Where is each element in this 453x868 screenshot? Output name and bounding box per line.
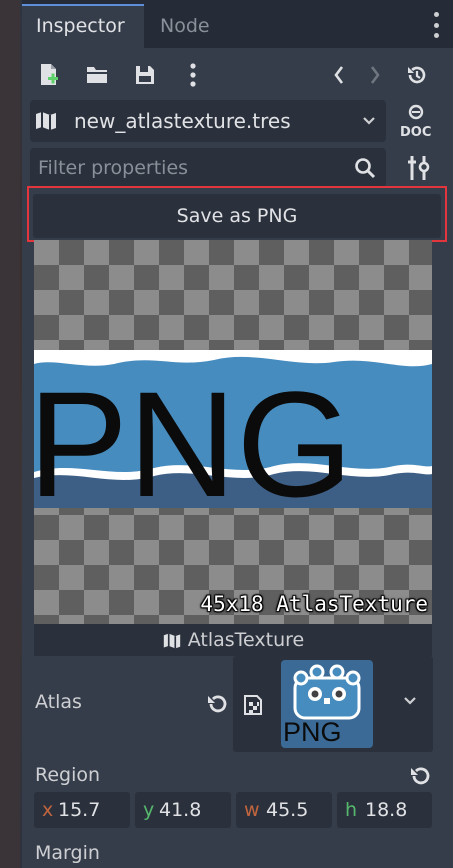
axis-label-y: y — [143, 799, 155, 821]
region-label: Region — [35, 764, 101, 786]
region-h-value: 18.8 — [365, 799, 408, 821]
axis-label-w: w — [244, 799, 260, 821]
svg-text:PNG: PNG — [34, 360, 353, 508]
resource-selector[interactable]: new_atlastexture.tres — [30, 100, 386, 142]
svg-text:DOC: DOC — [400, 125, 431, 140]
region-fields: x 15.7 y 41.8 w 45.5 h 18.8 — [34, 792, 432, 828]
region-w-field[interactable]: w 45.5 — [236, 792, 332, 828]
axis-label-h: h — [345, 799, 358, 821]
atlas-label: Atlas — [35, 691, 82, 713]
resource-type-label: AtlasTexture — [187, 629, 305, 651]
image-texture-icon — [244, 695, 262, 715]
doc-icon[interactable]: DOC — [396, 104, 436, 140]
history-back-icon[interactable] — [324, 58, 354, 92]
atlas-thumbnail-text: PNG — [283, 717, 342, 747]
inspector-toolbar — [22, 58, 453, 94]
save-icon[interactable] — [130, 58, 160, 92]
region-x-value: 15.7 — [58, 799, 101, 821]
chevron-down-icon — [363, 117, 375, 125]
new-resource-icon[interactable] — [34, 58, 64, 92]
history-forward-icon[interactable] — [360, 58, 390, 92]
resource-name: new_atlastexture.tres — [74, 109, 291, 133]
region-w-value: 45.5 — [266, 799, 309, 821]
inspector-panel: Inspector Node new_atlastexture.tres DOC… — [22, 0, 453, 868]
background-viewport-strip — [0, 0, 22, 868]
chevron-down-icon[interactable] — [403, 696, 417, 706]
atlas-resource-picker[interactable]: PNG — [233, 656, 433, 752]
texture-preview: PNG 45x18 AtlasTexture — [34, 240, 432, 624]
save-as-png-button[interactable]: Save as PNG — [33, 194, 441, 238]
dock-menu-icon[interactable] — [431, 12, 441, 38]
revert-icon[interactable] — [408, 764, 434, 790]
filter-input[interactable] — [30, 148, 350, 188]
region-y-field[interactable]: y 41.8 — [135, 792, 231, 828]
atlas-texture-icon — [163, 633, 180, 648]
godot-logo-icon — [293, 664, 361, 720]
region-h-field[interactable]: h 18.8 — [337, 792, 432, 828]
open-folder-icon[interactable] — [82, 58, 112, 92]
axis-label-x: x — [42, 799, 54, 821]
texture-size-label: 45x18 AtlasTexture — [200, 592, 428, 616]
texture-image: PNG — [34, 350, 432, 508]
tab-node[interactable]: Node — [146, 4, 228, 48]
filter-properties-field — [30, 148, 386, 188]
region-x-field[interactable]: x 15.7 — [34, 792, 130, 828]
dock-tab-bar: Inspector Node — [22, 0, 453, 48]
tools-icon[interactable] — [402, 152, 434, 184]
atlas-map-icon — [36, 112, 56, 130]
margin-label: Margin — [35, 842, 100, 864]
object-history-icon[interactable] — [402, 58, 432, 92]
region-y-value: 41.8 — [159, 799, 202, 821]
revert-icon[interactable] — [205, 692, 231, 718]
search-icon — [355, 158, 376, 179]
tab-inspector[interactable]: Inspector — [22, 4, 144, 48]
atlas-thumbnail: PNG — [281, 660, 373, 748]
more-options-icon[interactable] — [178, 58, 208, 92]
resource-type-bar: AtlasTexture — [34, 624, 432, 656]
